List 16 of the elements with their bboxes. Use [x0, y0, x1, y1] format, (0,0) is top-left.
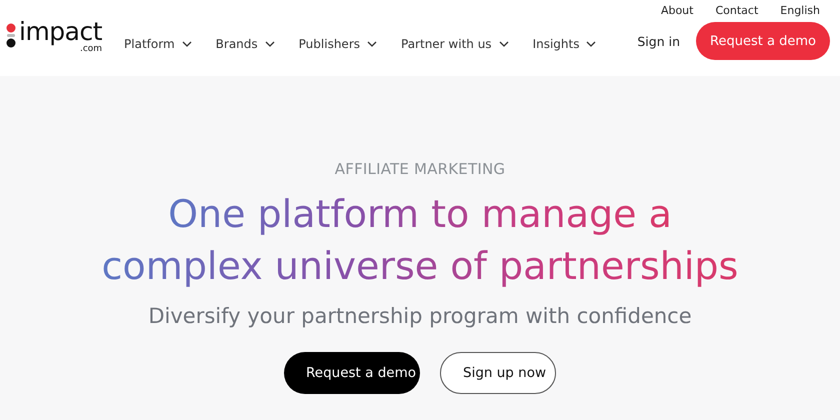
sign-up-button[interactable]: Sign up now — [440, 352, 556, 394]
nav-menu-item[interactable]: Insights — [532, 36, 596, 50]
utility-link[interactable]: English — [780, 4, 820, 17]
sign-in-link[interactable]: Sign in — [637, 34, 680, 48]
request-demo-button[interactable]: Request a demo — [696, 22, 830, 60]
nav-menu-item[interactable]: Brands — [216, 36, 275, 50]
request-demo-button[interactable]: Request a demo — [284, 352, 420, 394]
logo-domain: .com — [80, 44, 102, 54]
nav-menu-item[interactable]: Platform — [124, 36, 192, 50]
utility-link[interactable]: About — [660, 4, 694, 17]
nav-menu-item[interactable]: Publishers — [298, 36, 377, 50]
nav-menu-item[interactable]: Partner with us — [401, 36, 509, 50]
utility-link[interactable]: Contact — [715, 4, 758, 17]
logo-wordmark[interactable]: impact — [19, 18, 102, 44]
eyebrow-text: AFFILIATE MARKETING — [334, 160, 506, 178]
subtitle-text: Diversify your partnership program with confidence — [148, 304, 692, 328]
